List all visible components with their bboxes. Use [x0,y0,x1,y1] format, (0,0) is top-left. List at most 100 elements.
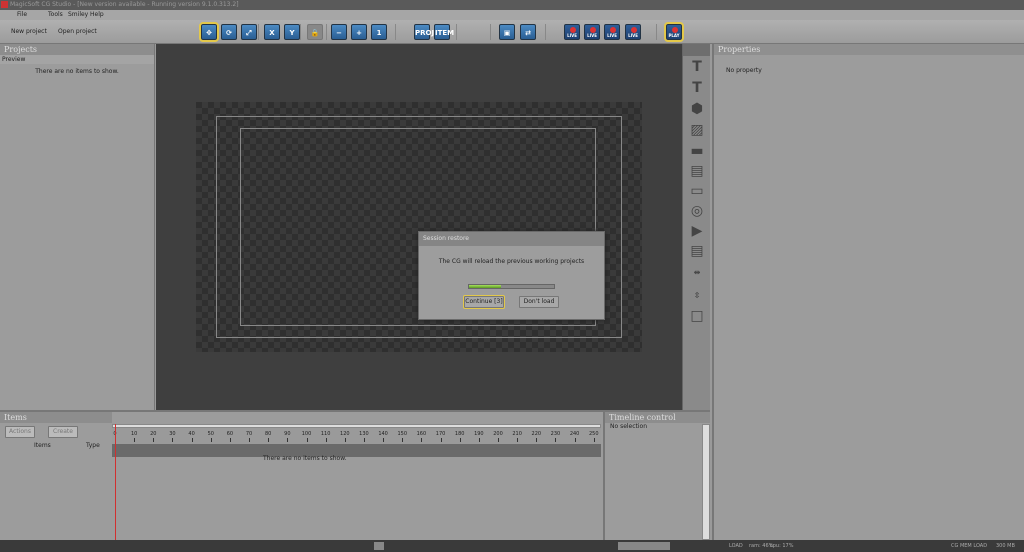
tick-mark [191,438,193,442]
dont-load-button[interactable]: Don't load [519,296,559,308]
refresh-icon: ⇄ [525,29,531,37]
zoom-reset-button[interactable]: 1 [371,24,387,40]
tick-mark [210,438,212,442]
tick-mark [440,438,442,442]
image-tool-icon[interactable]: ▨ [689,123,705,137]
tick-mark [268,438,270,442]
move-icon: ✥ [206,29,212,37]
zoom-out-button[interactable]: − [331,24,347,40]
scale-icon: ⤢ [246,29,252,37]
lock-icon: 🔒 [310,29,320,37]
scale-button[interactable]: ⤢ [241,24,257,40]
status-bar: LOAD ram: 46% cpu: 17% CG MEM LOAD 300 M… [0,540,1024,552]
load-label: LOAD [729,543,743,549]
actions-button[interactable]: Actions [5,426,35,438]
tool-palette: T T ⬢ ▨ ▬ ▤ ▭ ◎ ▶ ▤ ⇹ ⇳ □ [682,44,710,410]
text-3d-tool-icon[interactable]: T [689,81,705,95]
align-horizontal-icon[interactable]: ⇹ [689,266,705,280]
cg-mem-value: 300 MB [996,543,1015,549]
live-icon: LIVE [587,33,597,38]
tick-label: 100 [301,431,312,437]
zoom-in-icon: + [356,29,362,37]
tick-mark [306,438,308,442]
restore-progress-bar [468,284,555,289]
tick-label: 70 [245,431,253,437]
menu-tools[interactable]: Tools [48,10,63,20]
play-button[interactable]: PLAY [664,22,684,42]
status-grip[interactable] [374,542,384,550]
timeline-scrollbar[interactable] [112,424,601,428]
playhead[interactable] [115,424,116,542]
timeline-track[interactable] [112,444,601,457]
clock-tool-icon[interactable]: ◎ [689,204,705,218]
items-panel: Items Actions Create Items Type 01020304… [0,410,603,542]
type-column-header[interactable]: Type [86,442,100,449]
project-select-button[interactable]: PROJ [414,24,434,40]
tick-mark [498,438,499,442]
square-tool-icon[interactable]: □ [689,309,705,323]
tick-mark [536,438,538,442]
video-tool-icon[interactable]: ▶ [689,224,705,238]
timeline-control-panel: Timeline control No selection [603,410,710,540]
play-icon: PLAY [668,33,680,38]
create-button[interactable]: Create [48,426,78,438]
items-title: Items [0,412,112,423]
new-project-button[interactable]: New project [11,28,47,35]
tick-mark [555,438,557,442]
preview-column-header[interactable]: Preview [0,55,154,64]
cg-mem-label: CG MEM LOAD [951,543,988,549]
properties-empty-text: No property [726,67,762,74]
tick-mark [153,438,155,442]
rotate-button[interactable]: ⟳ [221,24,237,40]
menu-file[interactable]: File [17,10,27,20]
y-axis-button[interactable]: Y [284,24,300,40]
timeline-ruler[interactable]: 0102030405060708090100110120130140150160… [112,424,601,457]
timeline-control-scrollbar[interactable] [702,424,710,540]
tick-mark [517,438,519,442]
tick-mark [249,438,251,442]
tick-label: 200 [493,431,503,437]
tick-label: 160 [416,431,427,437]
item-select-button[interactable]: ITEM [434,24,454,40]
text-tool-icon[interactable]: T [689,60,705,74]
live-button[interactable]: LIVE [584,24,600,40]
continue-button[interactable]: Continue [3] [463,295,505,309]
zoom-in-button[interactable]: + [351,24,367,40]
menu-help[interactable]: Help [90,10,104,20]
live-button[interactable]: LIVE [604,24,620,40]
align-vertical-icon[interactable]: ⇳ [689,289,705,303]
menu-smiley[interactable]: Smiley [68,10,88,20]
tick-mark [402,438,404,442]
file-tool-icon[interactable]: ▤ [689,164,705,178]
document-tool-icon[interactable]: ▤ [689,244,705,258]
tick-mark [344,438,346,442]
menu-bar: File Tools Smiley Help [0,10,1024,20]
tick-label: 50 [207,431,214,437]
tick-label: 110 [320,431,331,437]
tick-label: 210 [512,431,522,437]
counter-tool-icon[interactable]: ▭ [689,184,705,198]
x-axis-button[interactable]: X [264,24,280,40]
shape-tool-icon[interactable]: ⬢ [689,102,705,116]
items-empty-text: There are no items to show. [263,455,347,462]
tick-label: 150 [397,431,408,437]
live-icon: LIVE [567,33,577,38]
timeline-control-empty: No selection [610,423,648,430]
gradient-tool-icon[interactable]: ▬ [689,144,705,158]
tick-mark [421,438,423,442]
refresh-button[interactable]: ⇄ [520,24,536,40]
open-project-button[interactable]: Open project [58,28,97,35]
tick-label: 250 [588,431,599,437]
tick-mark [229,438,231,442]
tick-label: 220 [531,431,542,437]
move-button[interactable]: ✥ [199,22,219,42]
package-button[interactable]: ▣ [499,24,515,40]
dialog-title: Session restore [419,232,604,246]
live-button[interactable]: LIVE [625,24,641,40]
tick-mark [325,438,327,442]
lock-button[interactable]: 🔒 [307,24,323,40]
tick-mark [172,438,174,442]
live-button[interactable]: LIVE [564,24,580,40]
items-column-header[interactable]: Items [34,442,51,449]
tick-mark [574,438,576,442]
